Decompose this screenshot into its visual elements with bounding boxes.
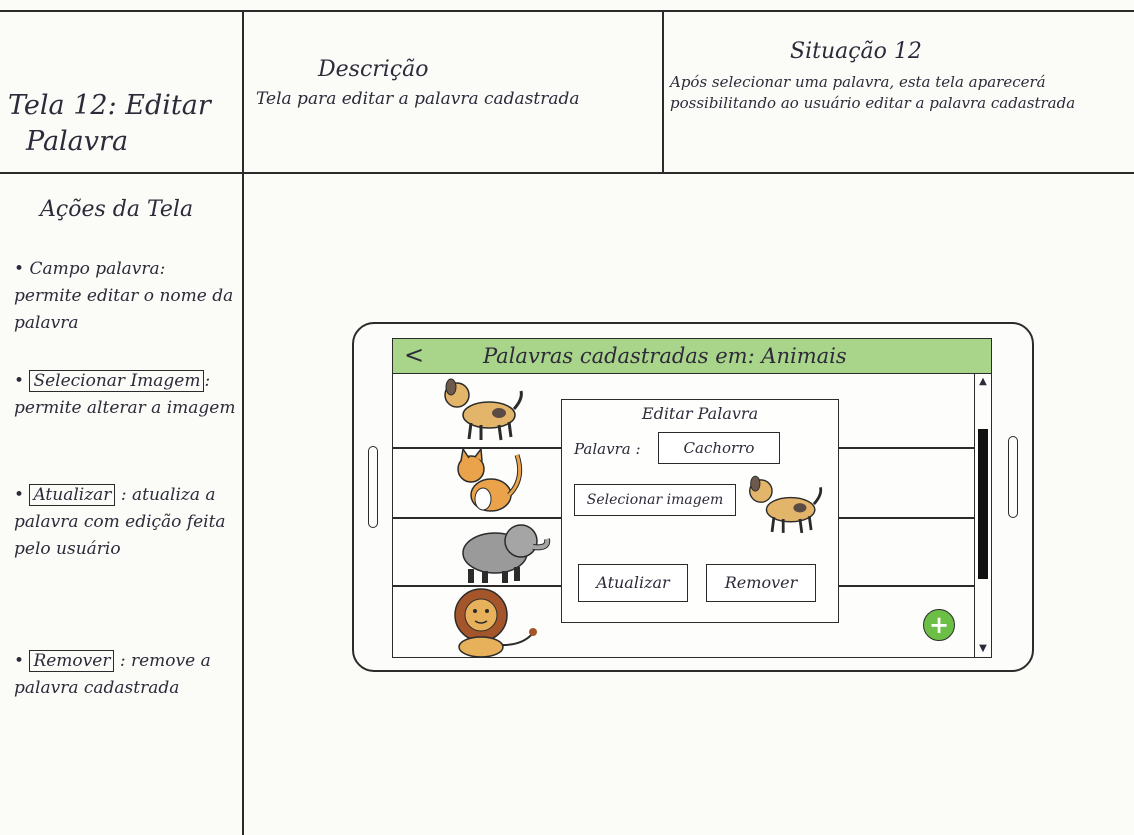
screen-name-line2: Palavra xyxy=(26,126,129,158)
select-image-button[interactable]: Selecionar imagem xyxy=(574,484,736,516)
edit-word-dialog: Editar Palavra Palavra : Cachorro Seleci… xyxy=(561,399,839,623)
word-input[interactable]: Cachorro xyxy=(658,432,780,464)
word-label: Palavra : xyxy=(574,440,641,458)
cat-icon[interactable] xyxy=(453,449,531,517)
add-word-button[interactable]: + xyxy=(923,609,955,641)
column-divider-1 xyxy=(242,10,244,835)
app-screen: < Palavras cadastradas em: Animais Edita… xyxy=(392,338,992,658)
selected-dog-icon xyxy=(749,475,823,534)
scroll-thumb[interactable] xyxy=(978,429,988,579)
tablet-left-button xyxy=(368,446,378,528)
action-name: Selecionar Imagem xyxy=(29,370,205,392)
screen-name-line1: Tela 12: Editar xyxy=(8,90,211,121)
situation-text: Após selecionar uma palavra, esta tela a… xyxy=(670,73,1076,112)
action-text: Campo palavra: permite editar o nome da … xyxy=(14,259,234,334)
elephant-icon[interactable] xyxy=(457,519,553,585)
description-title: Descrição xyxy=(318,57,429,82)
action-name: Remover xyxy=(29,650,115,672)
action-item-word-field: • Campo palavra: permite editar o nome d… xyxy=(14,259,234,334)
tablet-right-button xyxy=(1008,436,1018,518)
title-bar: < Palavras cadastradas em: Animais xyxy=(393,339,991,374)
actions-title: Ações da Tela xyxy=(40,197,194,222)
update-button[interactable]: Atualizar xyxy=(578,564,688,602)
scroll-up-icon[interactable]: ▲ xyxy=(976,376,990,388)
action-item-remove: • Remover : remove a palavra cadastrada xyxy=(14,650,211,699)
description-text: Tela para editar a palavra cadastrada xyxy=(256,89,580,109)
situation-title: Situação 12 xyxy=(790,39,922,64)
remove-button[interactable]: Remover xyxy=(706,564,816,602)
header-divider xyxy=(0,172,1134,174)
column-divider-2 xyxy=(662,10,664,173)
dialog-title: Editar Palavra xyxy=(641,404,759,423)
action-item-update: • Atualizar : atualiza a palavra com edi… xyxy=(14,484,226,560)
back-button[interactable]: < xyxy=(401,341,427,371)
screen-title: Palavras cadastradas em: Animais xyxy=(483,344,847,368)
scroll-down-icon[interactable]: ▼ xyxy=(976,643,990,655)
top-border xyxy=(0,10,1134,12)
screen-name: Tela 12: Editar Palavra xyxy=(8,88,238,161)
lion-icon[interactable] xyxy=(443,585,541,658)
scrollbar[interactable]: ▲ ▼ xyxy=(974,374,991,657)
action-item-select-image: • Selecionar Imagem: permite alterar a i… xyxy=(14,370,236,419)
action-name: Atualizar xyxy=(29,484,116,506)
dog-icon[interactable] xyxy=(441,377,527,443)
